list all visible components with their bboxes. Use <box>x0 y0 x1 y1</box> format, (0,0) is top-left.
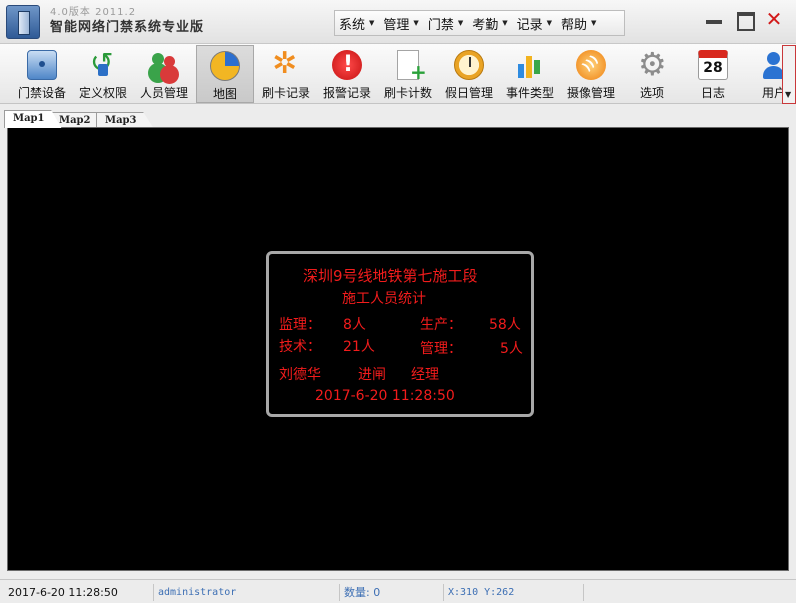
toolbar-people[interactable]: 人员管理 <box>135 45 193 103</box>
permission-icon <box>88 46 118 80</box>
caret-down-icon: ▼ <box>369 19 375 27</box>
status-time: 2017-6-20 11:28:50 <box>4 584 154 601</box>
person-action: 进闸 <box>358 367 386 383</box>
map-canvas[interactable]: 深圳9号线地铁第七施工段 施工人员统计 监理： 8人 生产： 58人 技术： 2… <box>7 127 789 571</box>
menu-attendance[interactable]: 考勤 ▼ <box>472 14 507 33</box>
title-bar: 4.0版本 2011.2 智能网络门禁系统专业版 系统 ▼ 管理 ▼ 门禁 ▼ 考勤 ▼… <box>0 0 796 44</box>
status-coordinates: X:310 Y:262 <box>444 584 584 601</box>
menu-bar: 系统 ▼ 管理 ▼ 门禁 ▼ 考勤 ▼ 记录 ▼ 帮助 ▼ <box>334 10 625 36</box>
card-log-icon <box>271 46 301 81</box>
menu-records[interactable]: 记录 ▼ <box>517 14 552 33</box>
tech-value: 21人 <box>343 339 375 355</box>
person-role: 经理 <box>411 367 439 383</box>
event-chart-icon <box>515 50 545 80</box>
map-tab-strip: Map1 Map2 Map3 <box>4 110 792 128</box>
card-count-icon <box>397 50 427 82</box>
tab-map3[interactable]: Map3 <box>96 112 154 128</box>
toolbar-diary[interactable]: 28 日志 <box>684 45 742 103</box>
panel-site-name: 深圳9号线地铁第七施工段 <box>303 267 478 285</box>
camera-icon <box>576 50 606 80</box>
production-label: 生产： <box>420 317 462 333</box>
caret-down-icon: ▼ <box>413 19 419 27</box>
toolbar-options[interactable]: 选项 <box>623 45 681 103</box>
panel-subtitle: 施工人员统计 <box>342 291 426 307</box>
toolbar-camera[interactable]: 摄像管理 <box>562 45 620 103</box>
toolbar-event-type[interactable]: 事件类型 <box>501 45 559 103</box>
caret-down-icon: ▼ <box>546 19 553 27</box>
management-label: 管理： <box>420 341 462 357</box>
close-button[interactable]: ✕ <box>763 9 785 29</box>
toolbar-permission[interactable]: 定义权限 <box>74 45 132 103</box>
caret-down-icon: ▼ <box>457 19 464 27</box>
toolbar-holiday[interactable]: 假日管理 <box>440 45 498 103</box>
menu-access[interactable]: 门禁 ▼ <box>428 14 463 33</box>
caret-down-icon: ▼ <box>502 19 508 27</box>
toolbar: 门禁设备 定义权限 人员管理 地图 刷卡记录 报警记录 刷卡计数 假日管理 事件… <box>0 44 796 104</box>
toolbar-scroll-button[interactable]: ▼ <box>782 45 796 104</box>
holiday-clock-icon <box>454 50 484 80</box>
map-icon <box>210 51 240 81</box>
supervise-value: 8人 <box>343 317 366 333</box>
minimize-button[interactable] <box>703 9 725 29</box>
production-value: 58人 <box>489 317 521 333</box>
chevron-down-icon: ▼ <box>785 90 792 99</box>
management-value: 5人 <box>500 341 523 357</box>
toolbar-card-log[interactable]: 刷卡记录 <box>257 45 315 103</box>
status-count: 数量: 0 <box>340 584 444 601</box>
staff-statistics-panel[interactable]: 深圳9号线地铁第七施工段 施工人员统计 监理： 8人 生产： 58人 技术： 2… <box>266 251 534 417</box>
caret-down-icon: ▼ <box>591 19 597 27</box>
toolbar-alarm[interactable]: 报警记录 <box>318 45 376 103</box>
toolbar-card-count[interactable]: 刷卡计数 <box>379 45 437 103</box>
toolbar-map[interactable]: 地图 <box>196 45 254 103</box>
panel-timestamp: 2017-6-20 11:28:50 <box>315 388 455 404</box>
person-name: 刘德华 <box>279 367 321 383</box>
alarm-icon <box>332 50 362 80</box>
access-device-icon <box>27 50 57 80</box>
toolbar-access-device[interactable]: 门禁设备 <box>13 45 71 103</box>
menu-management[interactable]: 管理 ▼ <box>383 14 418 33</box>
menu-help[interactable]: 帮助 ▼ <box>561 14 596 33</box>
status-user: administrator <box>154 584 340 601</box>
app-logo-icon <box>6 5 40 39</box>
people-icon <box>149 50 179 80</box>
calendar-icon: 28 <box>698 50 728 80</box>
menu-system[interactable]: 系统 ▼ <box>339 14 374 33</box>
app-title: 智能网络门禁系统专业版 <box>50 20 205 35</box>
maximize-button[interactable] <box>734 9 756 31</box>
gear-icon <box>637 45 667 83</box>
status-bar: 2017-6-20 11:28:50 administrator 数量: 0 X… <box>0 579 796 603</box>
supervise-label: 监理： <box>279 317 321 333</box>
tech-label: 技术： <box>279 339 321 355</box>
